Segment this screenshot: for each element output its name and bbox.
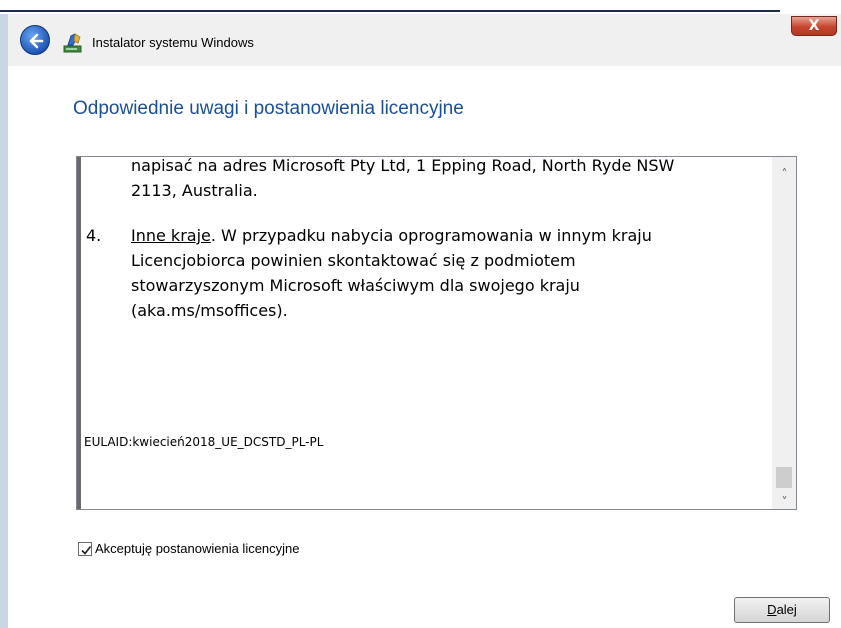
license-item-line: Licencjobiorca powinien skontaktować się… [131,251,576,270]
back-arrow-icon[interactable] [20,25,50,55]
next-button-access-key: D [767,602,777,617]
close-button[interactable]: X [791,16,837,36]
windows-setup-icon [62,32,84,54]
license-text-line: 2113, Australia. [131,181,258,200]
license-text-line: napisać na adres Microsoft Pty Ltd, 1 Ep… [131,156,675,175]
next-button-label: alej [776,602,797,617]
installer-window: X Instalator systemu Windows Odpowiednie… [0,0,841,628]
license-item-line: (aka.ms/msoffices). [131,301,288,320]
window-title: Instalator systemu Windows [92,35,254,50]
license-item-heading: Inne kraje [131,226,211,245]
window-left-frame [0,14,8,628]
license-item-line: Inne kraje. W przypadku nabycia oprogram… [131,223,652,248]
license-item-number: 4. [86,226,102,245]
license-text-box[interactable]: napisać na adres Microsoft Pty Ltd, 1 Ep… [76,156,797,510]
scroll-up-icon[interactable]: ˄ [772,163,796,185]
accept-license-label[interactable]: Akceptuję postanowienia licencyjne [95,541,300,556]
next-button[interactable]: Dalej [734,597,830,623]
license-item-line: stowarzyszonym Microsoft właściwym dla s… [131,276,580,295]
scroll-down-icon[interactable]: ˅ [772,491,796,509]
window-top-border [0,10,780,12]
license-text-content: napisać na adres Microsoft Pty Ltd, 1 Ep… [77,156,769,509]
accept-license-checkbox[interactable] [78,542,92,556]
license-scrollbar[interactable]: ˄ ˅ [772,157,796,509]
page-title: Odpowiednie uwagi i postanowienia licenc… [73,98,464,119]
checkmark-icon [81,546,92,555]
scroll-thumb[interactable] [776,467,792,488]
license-item-text: . W przypadku nabycia oprogramowania w i… [210,226,652,245]
eula-id: EULAID:kwiecień2018_UE_DCSTD_PL-PL [84,435,324,449]
